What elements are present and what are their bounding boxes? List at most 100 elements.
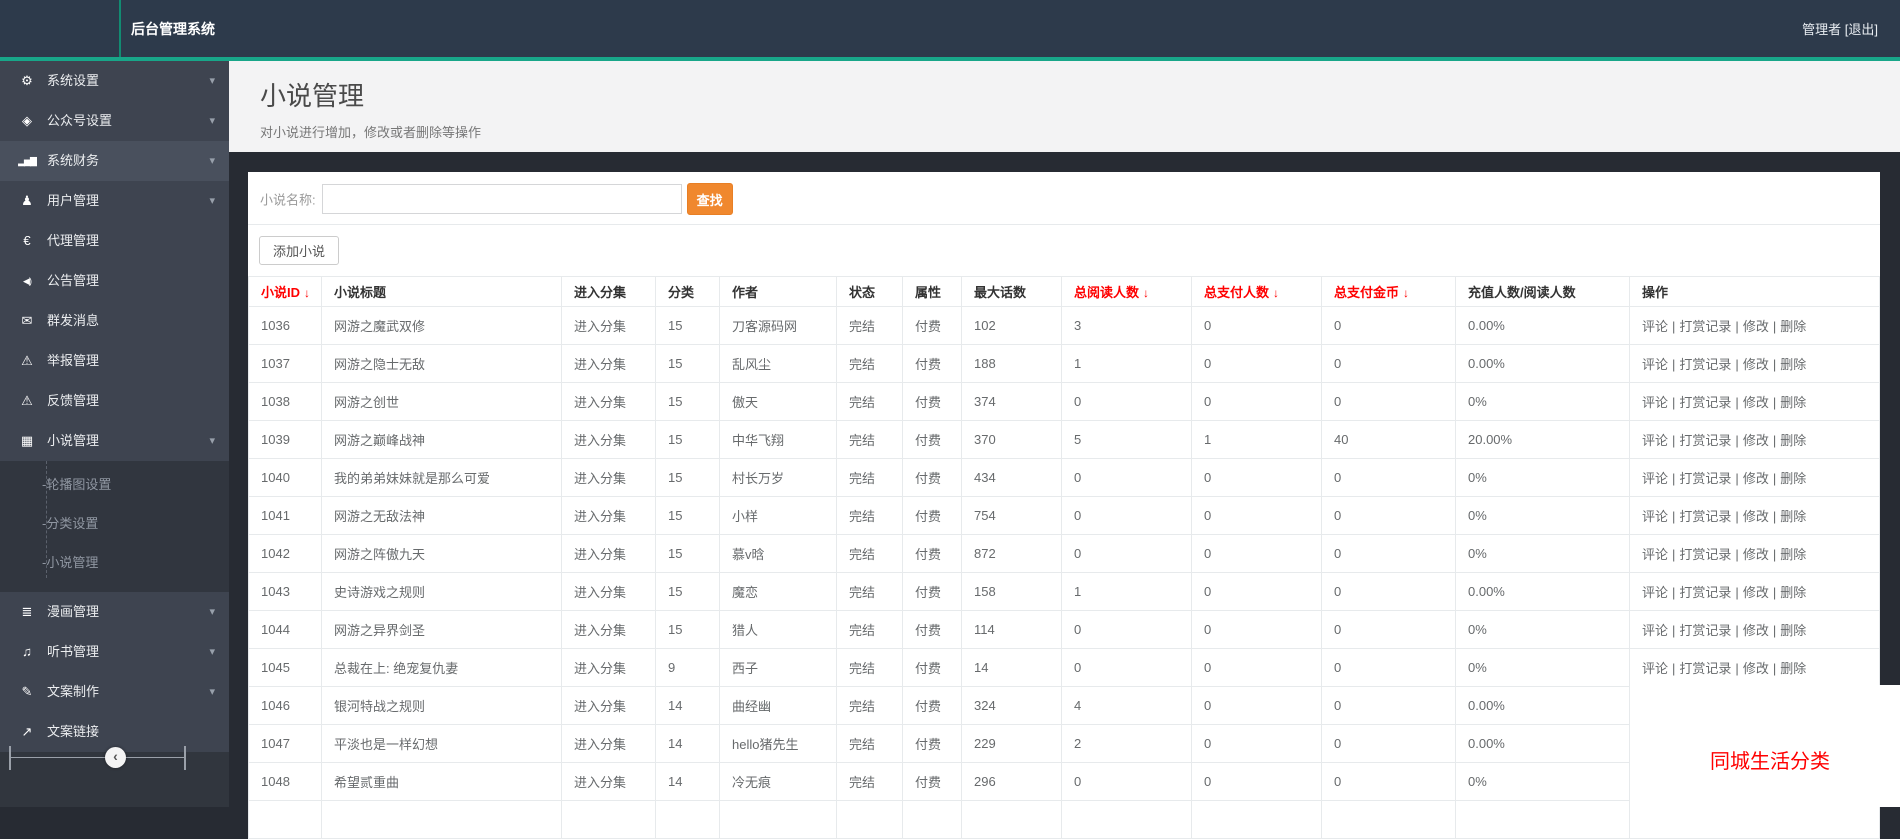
sidebar-submenu: -轮播图设置-分类设置-小说管理 xyxy=(0,461,229,592)
sidebar-subitem-小说管理[interactable]: -小说管理 xyxy=(0,543,229,582)
op-link-打赏记录[interactable]: 打赏记录 xyxy=(1679,547,1731,562)
op-link-删除[interactable]: 删除 xyxy=(1780,433,1806,448)
enter-episodes-link[interactable]: 进入分集 xyxy=(574,585,626,600)
enter-episodes-link[interactable]: 进入分集 xyxy=(574,547,626,562)
sidebar-item-听书管理[interactable]: ♫听书管理▾ xyxy=(0,632,229,672)
op-link-评论[interactable]: 评论 xyxy=(1642,509,1668,524)
op-link-修改[interactable]: 修改 xyxy=(1743,661,1769,676)
op-link-评论[interactable]: 评论 xyxy=(1642,395,1668,410)
enter-episodes-link[interactable]: 进入分集 xyxy=(574,357,626,372)
column-header-总支付金币[interactable]: 总支付金币↓ xyxy=(1322,277,1456,307)
op-link-评论[interactable]: 评论 xyxy=(1642,471,1668,486)
sidebar-subitem-分类设置[interactable]: -分类设置 xyxy=(0,504,229,543)
sidebar-item-label: 用户管理 xyxy=(47,193,99,208)
op-link-评论[interactable]: 评论 xyxy=(1642,319,1668,334)
enter-episodes-link[interactable]: 进入分集 xyxy=(574,395,626,410)
op-link-评论[interactable]: 评论 xyxy=(1642,547,1668,562)
op-link-打赏记录[interactable]: 打赏记录 xyxy=(1679,471,1731,486)
op-link-修改[interactable]: 修改 xyxy=(1743,433,1769,448)
op-link-删除[interactable]: 删除 xyxy=(1780,547,1806,562)
op-link-修改[interactable]: 修改 xyxy=(1743,357,1769,372)
op-link-删除[interactable]: 删除 xyxy=(1780,357,1806,372)
op-link-删除[interactable]: 删除 xyxy=(1780,623,1806,638)
op-link-删除[interactable]: 删除 xyxy=(1780,509,1806,524)
enter-episodes-link[interactable]: 进入分集 xyxy=(574,319,626,334)
logout-link[interactable]: [退出] xyxy=(1845,22,1878,37)
cell-attr: 付费 xyxy=(903,421,962,459)
sidebar-item-公众号设置[interactable]: ◈公众号设置▾ xyxy=(0,101,229,141)
cell-value: 银河特战之规则 xyxy=(334,699,425,714)
cell-ratio: 0% xyxy=(1456,763,1630,801)
op-link-评论[interactable]: 评论 xyxy=(1642,585,1668,600)
search-button[interactable]: 查找 xyxy=(687,183,733,215)
sidebar-item-群发消息[interactable]: ✉群发消息 xyxy=(0,301,229,341)
op-link-评论[interactable]: 评论 xyxy=(1642,433,1668,448)
novel-name-input[interactable] xyxy=(322,184,682,214)
cell-attr: 付费 xyxy=(903,535,962,573)
op-link-修改[interactable]: 修改 xyxy=(1743,395,1769,410)
cell-title: 网游之阵傲九天 xyxy=(322,535,562,573)
sidebar-item-公告管理[interactable]: ◀)公告管理 xyxy=(0,261,229,301)
op-link-评论[interactable]: 评论 xyxy=(1642,357,1668,372)
column-header-总支付人数[interactable]: 总支付人数↓ xyxy=(1192,277,1322,307)
sidebar-item-反馈管理[interactable]: ⚠反馈管理 xyxy=(0,381,229,421)
op-link-修改[interactable]: 修改 xyxy=(1743,471,1769,486)
op-separator: | xyxy=(1735,433,1738,448)
sidebar-item-系统财务[interactable]: ▂▅▇系统财务▾ xyxy=(0,141,229,181)
cell-value: 完结 xyxy=(849,471,875,486)
op-link-修改[interactable]: 修改 xyxy=(1743,547,1769,562)
op-link-打赏记录[interactable]: 打赏记录 xyxy=(1679,623,1731,638)
column-header-小说ID[interactable]: 小说ID↓ xyxy=(249,277,322,307)
op-link-打赏记录[interactable]: 打赏记录 xyxy=(1679,433,1731,448)
sidebar-item-代理管理[interactable]: €代理管理 xyxy=(0,221,229,261)
op-link-打赏记录[interactable]: 打赏记录 xyxy=(1679,661,1731,676)
op-link-打赏记录[interactable]: 打赏记录 xyxy=(1679,395,1731,410)
enter-episodes-link[interactable]: 进入分集 xyxy=(574,661,626,676)
op-link-打赏记录[interactable]: 打赏记录 xyxy=(1679,585,1731,600)
cell-value: 冷无痕 xyxy=(732,775,771,790)
chevron-down-icon: ▾ xyxy=(209,181,215,221)
sidebar-subitem-轮播图设置[interactable]: -轮播图设置 xyxy=(0,465,229,504)
sidebar-item-用户管理[interactable]: ♟用户管理▾ xyxy=(0,181,229,221)
enter-episodes-link[interactable]: 进入分集 xyxy=(574,433,626,448)
op-link-修改[interactable]: 修改 xyxy=(1743,585,1769,600)
sidebar-item-漫画管理[interactable]: ≣漫画管理▾ xyxy=(0,592,229,632)
add-novel-button[interactable]: 添加小说 xyxy=(259,236,339,265)
sidebar-item-系统设置[interactable]: ⚙系统设置▾ xyxy=(0,61,229,101)
sidebar-item-举报管理[interactable]: ⚠举报管理 xyxy=(0,341,229,381)
cell-value: 网游之巅峰战神 xyxy=(334,433,425,448)
op-link-评论[interactable]: 评论 xyxy=(1642,661,1668,676)
cell-category: 9 xyxy=(656,649,720,687)
op-link-修改[interactable]: 修改 xyxy=(1743,319,1769,334)
cell-author: hello猪先生 xyxy=(720,725,837,763)
sidebar-item-小说管理[interactable]: ▦小说管理▾ xyxy=(0,421,229,461)
cell-value: 付费 xyxy=(915,471,941,486)
op-link-删除[interactable]: 删除 xyxy=(1780,585,1806,600)
op-link-打赏记录[interactable]: 打赏记录 xyxy=(1679,319,1731,334)
op-link-删除[interactable]: 删除 xyxy=(1780,661,1806,676)
column-header-总阅读人数[interactable]: 总阅读人数↓ xyxy=(1062,277,1192,307)
cell-max_episodes: 872 xyxy=(962,535,1062,573)
cell-value: 0.00% xyxy=(1468,356,1505,371)
op-link-打赏记录[interactable]: 打赏记录 xyxy=(1679,509,1731,524)
enter-episodes-link[interactable]: 进入分集 xyxy=(574,623,626,638)
collapse-button[interactable]: ‹ xyxy=(105,747,126,768)
cell-total_reads: 0 xyxy=(1062,611,1192,649)
enter-episodes-link[interactable]: 进入分集 xyxy=(574,699,626,714)
op-link-修改[interactable]: 修改 xyxy=(1743,509,1769,524)
op-link-删除[interactable]: 删除 xyxy=(1780,471,1806,486)
op-link-打赏记录[interactable]: 打赏记录 xyxy=(1679,357,1731,372)
enter-episodes-link[interactable]: 进入分集 xyxy=(574,775,626,790)
enter-episodes-link[interactable]: 进入分集 xyxy=(574,737,626,752)
cell-total_payers: 1 xyxy=(1192,421,1322,459)
sidebar-item-文案制作[interactable]: ✎文案制作▾ xyxy=(0,672,229,712)
cell-total_coins: 0 xyxy=(1322,687,1456,725)
op-link-修改[interactable]: 修改 xyxy=(1743,623,1769,638)
op-link-删除[interactable]: 删除 xyxy=(1780,319,1806,334)
enter-episodes-link[interactable]: 进入分集 xyxy=(574,509,626,524)
op-link-删除[interactable]: 删除 xyxy=(1780,395,1806,410)
cell-empty xyxy=(1062,801,1192,839)
cell-title: 我的弟弟妹妹就是那么可爱 xyxy=(322,459,562,497)
op-link-评论[interactable]: 评论 xyxy=(1642,623,1668,638)
enter-episodes-link[interactable]: 进入分集 xyxy=(574,471,626,486)
